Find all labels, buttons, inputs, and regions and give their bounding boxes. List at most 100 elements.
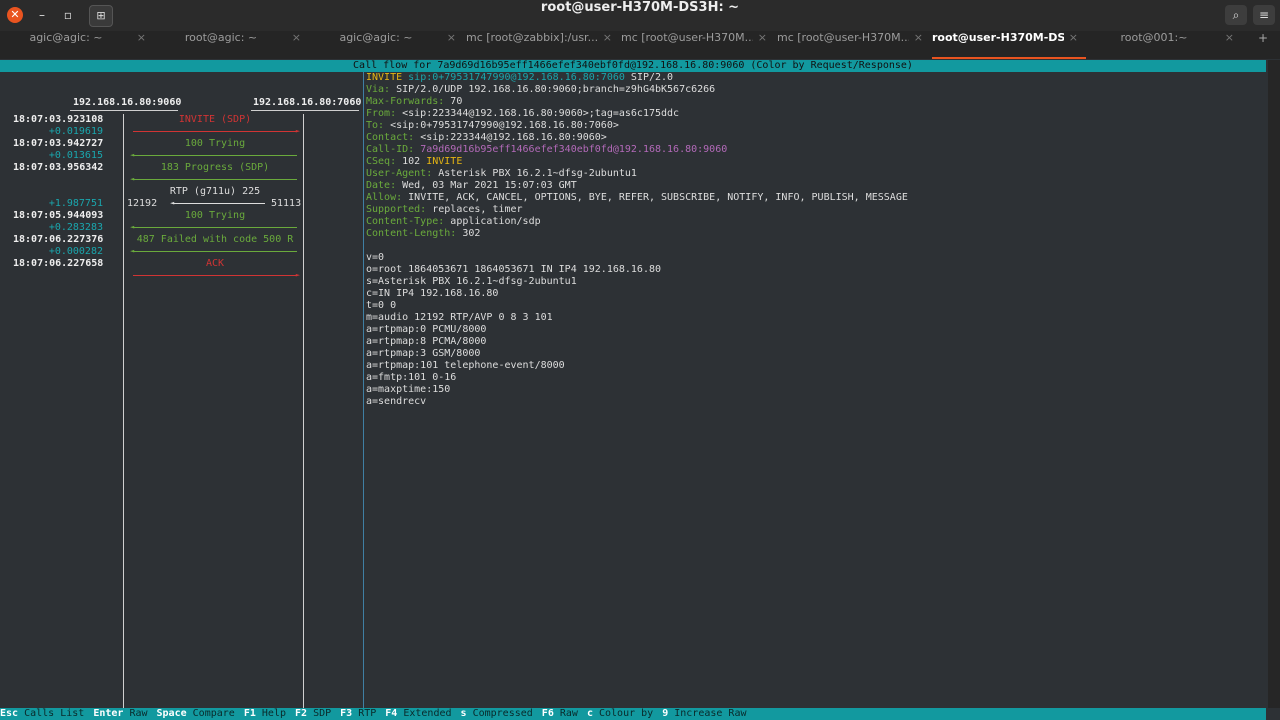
flow-message-label[interactable]: ACK bbox=[133, 258, 297, 270]
flow-delta: +0.019619 bbox=[48, 126, 103, 137]
close-window-button[interactable]: ✕ bbox=[7, 7, 23, 23]
footer-item[interactable]: c Colour by bbox=[587, 708, 653, 720]
flow-delta: +1.987751 bbox=[48, 198, 103, 209]
sip-line: Content-Type: application/sdp bbox=[366, 216, 1256, 228]
flow-message-label[interactable]: 487 Failed with code 500 R bbox=[133, 234, 297, 246]
sip-text: t=0 0 bbox=[366, 300, 397, 311]
footer-key: Enter bbox=[93, 708, 124, 719]
minimize-window-button[interactable]: – bbox=[33, 7, 51, 23]
tab-close-icon[interactable]: × bbox=[447, 31, 456, 44]
flow-message-label[interactable]: 183 Progress (SDP) bbox=[133, 162, 297, 174]
sip-line: Max-Forwards: 70 bbox=[366, 96, 1256, 108]
tab-add-button[interactable]: + bbox=[1258, 31, 1268, 45]
tab-1[interactable]: agic@agic: ~ × bbox=[0, 31, 154, 59]
footer-item[interactable]: F6 Raw bbox=[542, 708, 578, 720]
footer-item[interactable]: F2 SDP bbox=[295, 708, 331, 720]
sip-line: o=root 1864053671 1864053671 IN IP4 192.… bbox=[366, 264, 1256, 276]
arrow-right-icon: ► bbox=[295, 127, 300, 135]
sip-line: a=fmtp:101 0-16 bbox=[366, 372, 1256, 384]
flow-message-label[interactable]: 100 Trying bbox=[133, 210, 297, 222]
tab-label: mc [root@zabbix]:/usr... bbox=[466, 31, 598, 44]
sip-line: Via: SIP/2.0/UDP 192.168.16.80:9060;bran… bbox=[366, 84, 1256, 96]
tab-5[interactable]: mc [root@user-H370M... × bbox=[621, 31, 775, 59]
sip-text: sip:0+79531747990@192.168.16.80:7060 bbox=[408, 72, 625, 83]
tab-label: root@agic: ~ bbox=[184, 31, 258, 44]
flow-timestamp: 18:07:03.956342 bbox=[13, 162, 104, 173]
callflow-header: Call flow for 7a9d69d16b95eff1466efef340… bbox=[0, 60, 1266, 72]
tab-label: root@001:~ bbox=[1120, 31, 1188, 44]
footer-item[interactable]: Esc Calls List bbox=[0, 708, 84, 720]
flow-timestamp: 18:07:03.923108 bbox=[13, 114, 104, 125]
sip-line: a=rtpmap:3 GSM/8000 bbox=[366, 348, 1256, 360]
tab-close-icon[interactable]: × bbox=[137, 31, 146, 44]
arrow-right-icon: ► bbox=[295, 271, 300, 279]
sip-header-name: Allow: bbox=[366, 192, 409, 203]
footer-item[interactable]: F4 Extended bbox=[385, 708, 451, 720]
host-a-underline bbox=[70, 110, 178, 111]
flow-arrow: ► bbox=[133, 127, 300, 135]
tab-4[interactable]: mc [root@zabbix]:/usr... × bbox=[466, 31, 620, 59]
flow-delta: +0.000282 bbox=[48, 246, 103, 257]
footer-item[interactable]: s Compressed bbox=[461, 708, 533, 720]
footer-action: Raw bbox=[129, 708, 148, 719]
tab-3[interactable]: agic@agic: ~ × bbox=[310, 31, 464, 59]
sip-header-name: Via: bbox=[366, 84, 397, 95]
sip-line: Supported: replaces, timer bbox=[366, 204, 1256, 216]
sip-text: Wed, 03 Mar 2021 15:07:03 GMT bbox=[402, 180, 577, 191]
sip-line: a=rtpmap:8 PCMA/8000 bbox=[366, 336, 1256, 348]
sip-header-name: From: bbox=[366, 108, 403, 119]
tab-6[interactable]: mc [root@user-H370M... × bbox=[777, 31, 931, 59]
tab-label: agic@agic: ~ bbox=[29, 31, 103, 44]
footer-item[interactable]: F1 Help bbox=[244, 708, 286, 720]
sip-text: application/sdp bbox=[450, 216, 541, 227]
footer-item[interactable]: F3 RTP bbox=[340, 708, 376, 720]
menu-button[interactable]: ≡ bbox=[1253, 5, 1275, 25]
tab-close-icon[interactable]: × bbox=[914, 31, 923, 44]
flow-timestamp: 18:07:06.227376 bbox=[13, 234, 104, 245]
tab-close-icon[interactable]: × bbox=[1069, 31, 1078, 44]
tab-close-icon[interactable]: × bbox=[758, 31, 767, 44]
new-tab-button[interactable]: ⊞ bbox=[89, 5, 113, 27]
sip-line: a=rtpmap:0 PCMU/8000 bbox=[366, 324, 1256, 336]
flow-message-label[interactable]: INVITE (SDP) bbox=[133, 114, 297, 126]
sip-text: s=Asterisk PBX 16.2.1~dfsg-2ubuntu1 bbox=[366, 276, 577, 287]
flow-arrow: ◄ bbox=[130, 223, 297, 231]
flow-delta: +0.283283 bbox=[48, 222, 103, 233]
tab-label: mc [root@user-H370M... bbox=[621, 31, 753, 44]
terminal[interactable]: Call flow for 7a9d69d16b95eff1466efef340… bbox=[0, 59, 1280, 720]
tab-close-icon[interactable]: × bbox=[603, 31, 612, 44]
arrow-left-icon: ◄ bbox=[130, 151, 135, 159]
sip-line: c=IN IP4 192.168.16.80 bbox=[366, 288, 1256, 300]
footer-key: F6 bbox=[541, 708, 554, 719]
footer-item[interactable]: 9 Increase Raw bbox=[662, 708, 746, 720]
sip-line: Call-ID: 7a9d69d16b95eff1466efef340ebf0f… bbox=[366, 144, 1256, 156]
sip-header-name: Call-ID: bbox=[366, 144, 421, 155]
sip-line: s=Asterisk PBX 16.2.1~dfsg-2ubuntu1 bbox=[366, 276, 1256, 288]
tab-7[interactable]: root@user-H370M-DS... × bbox=[932, 31, 1086, 59]
sip-text: SIP/2.0 bbox=[624, 72, 674, 83]
rtp-port-a: 12192 bbox=[127, 198, 158, 209]
tab-2[interactable]: root@agic: ~ × bbox=[155, 31, 309, 59]
sip-text: a=maxptime:150 bbox=[366, 384, 451, 395]
flow-message-label[interactable]: 100 Trying bbox=[133, 138, 297, 150]
tab-close-icon[interactable]: × bbox=[292, 31, 301, 44]
arrow-left-icon: ◄ bbox=[170, 199, 175, 207]
tab-close-icon[interactable]: × bbox=[1225, 31, 1234, 44]
footer-item[interactable]: Enter Raw bbox=[93, 708, 147, 720]
flow-message-label[interactable]: RTP (g711u) 225 bbox=[133, 186, 297, 198]
tab-8[interactable]: root@001:~ × bbox=[1088, 31, 1242, 59]
sip-line: User-Agent: Asterisk PBX 16.2.1~dfsg-2ub… bbox=[366, 168, 1256, 180]
sip-text: 102 bbox=[402, 156, 427, 167]
maximize-window-button[interactable]: ▫ bbox=[59, 7, 77, 23]
scrollbar[interactable] bbox=[1268, 60, 1280, 708]
sip-header-name: Content-Length: bbox=[366, 228, 463, 239]
search-button[interactable]: ⌕ bbox=[1225, 5, 1247, 25]
sip-text: o=root 1864053671 1864053671 IN IP4 192.… bbox=[366, 264, 662, 275]
footer-item[interactable]: Space Compare bbox=[157, 708, 235, 720]
sip-line: Allow: INVITE, ACK, CANCEL, OPTIONS, BYE… bbox=[366, 192, 1256, 204]
sip-line: Date: Wed, 03 Mar 2021 15:07:03 GMT bbox=[366, 180, 1256, 192]
sip-text: <sip:223344@192.168.16.80:9060>;tag=as6c… bbox=[402, 108, 680, 119]
sip-line: Contact: <sip:223344@192.168.16.80:9060> bbox=[366, 132, 1256, 144]
sip-text: Asterisk PBX 16.2.1~dfsg-2ubuntu1 bbox=[438, 168, 637, 179]
footer-key: Esc bbox=[0, 708, 19, 719]
